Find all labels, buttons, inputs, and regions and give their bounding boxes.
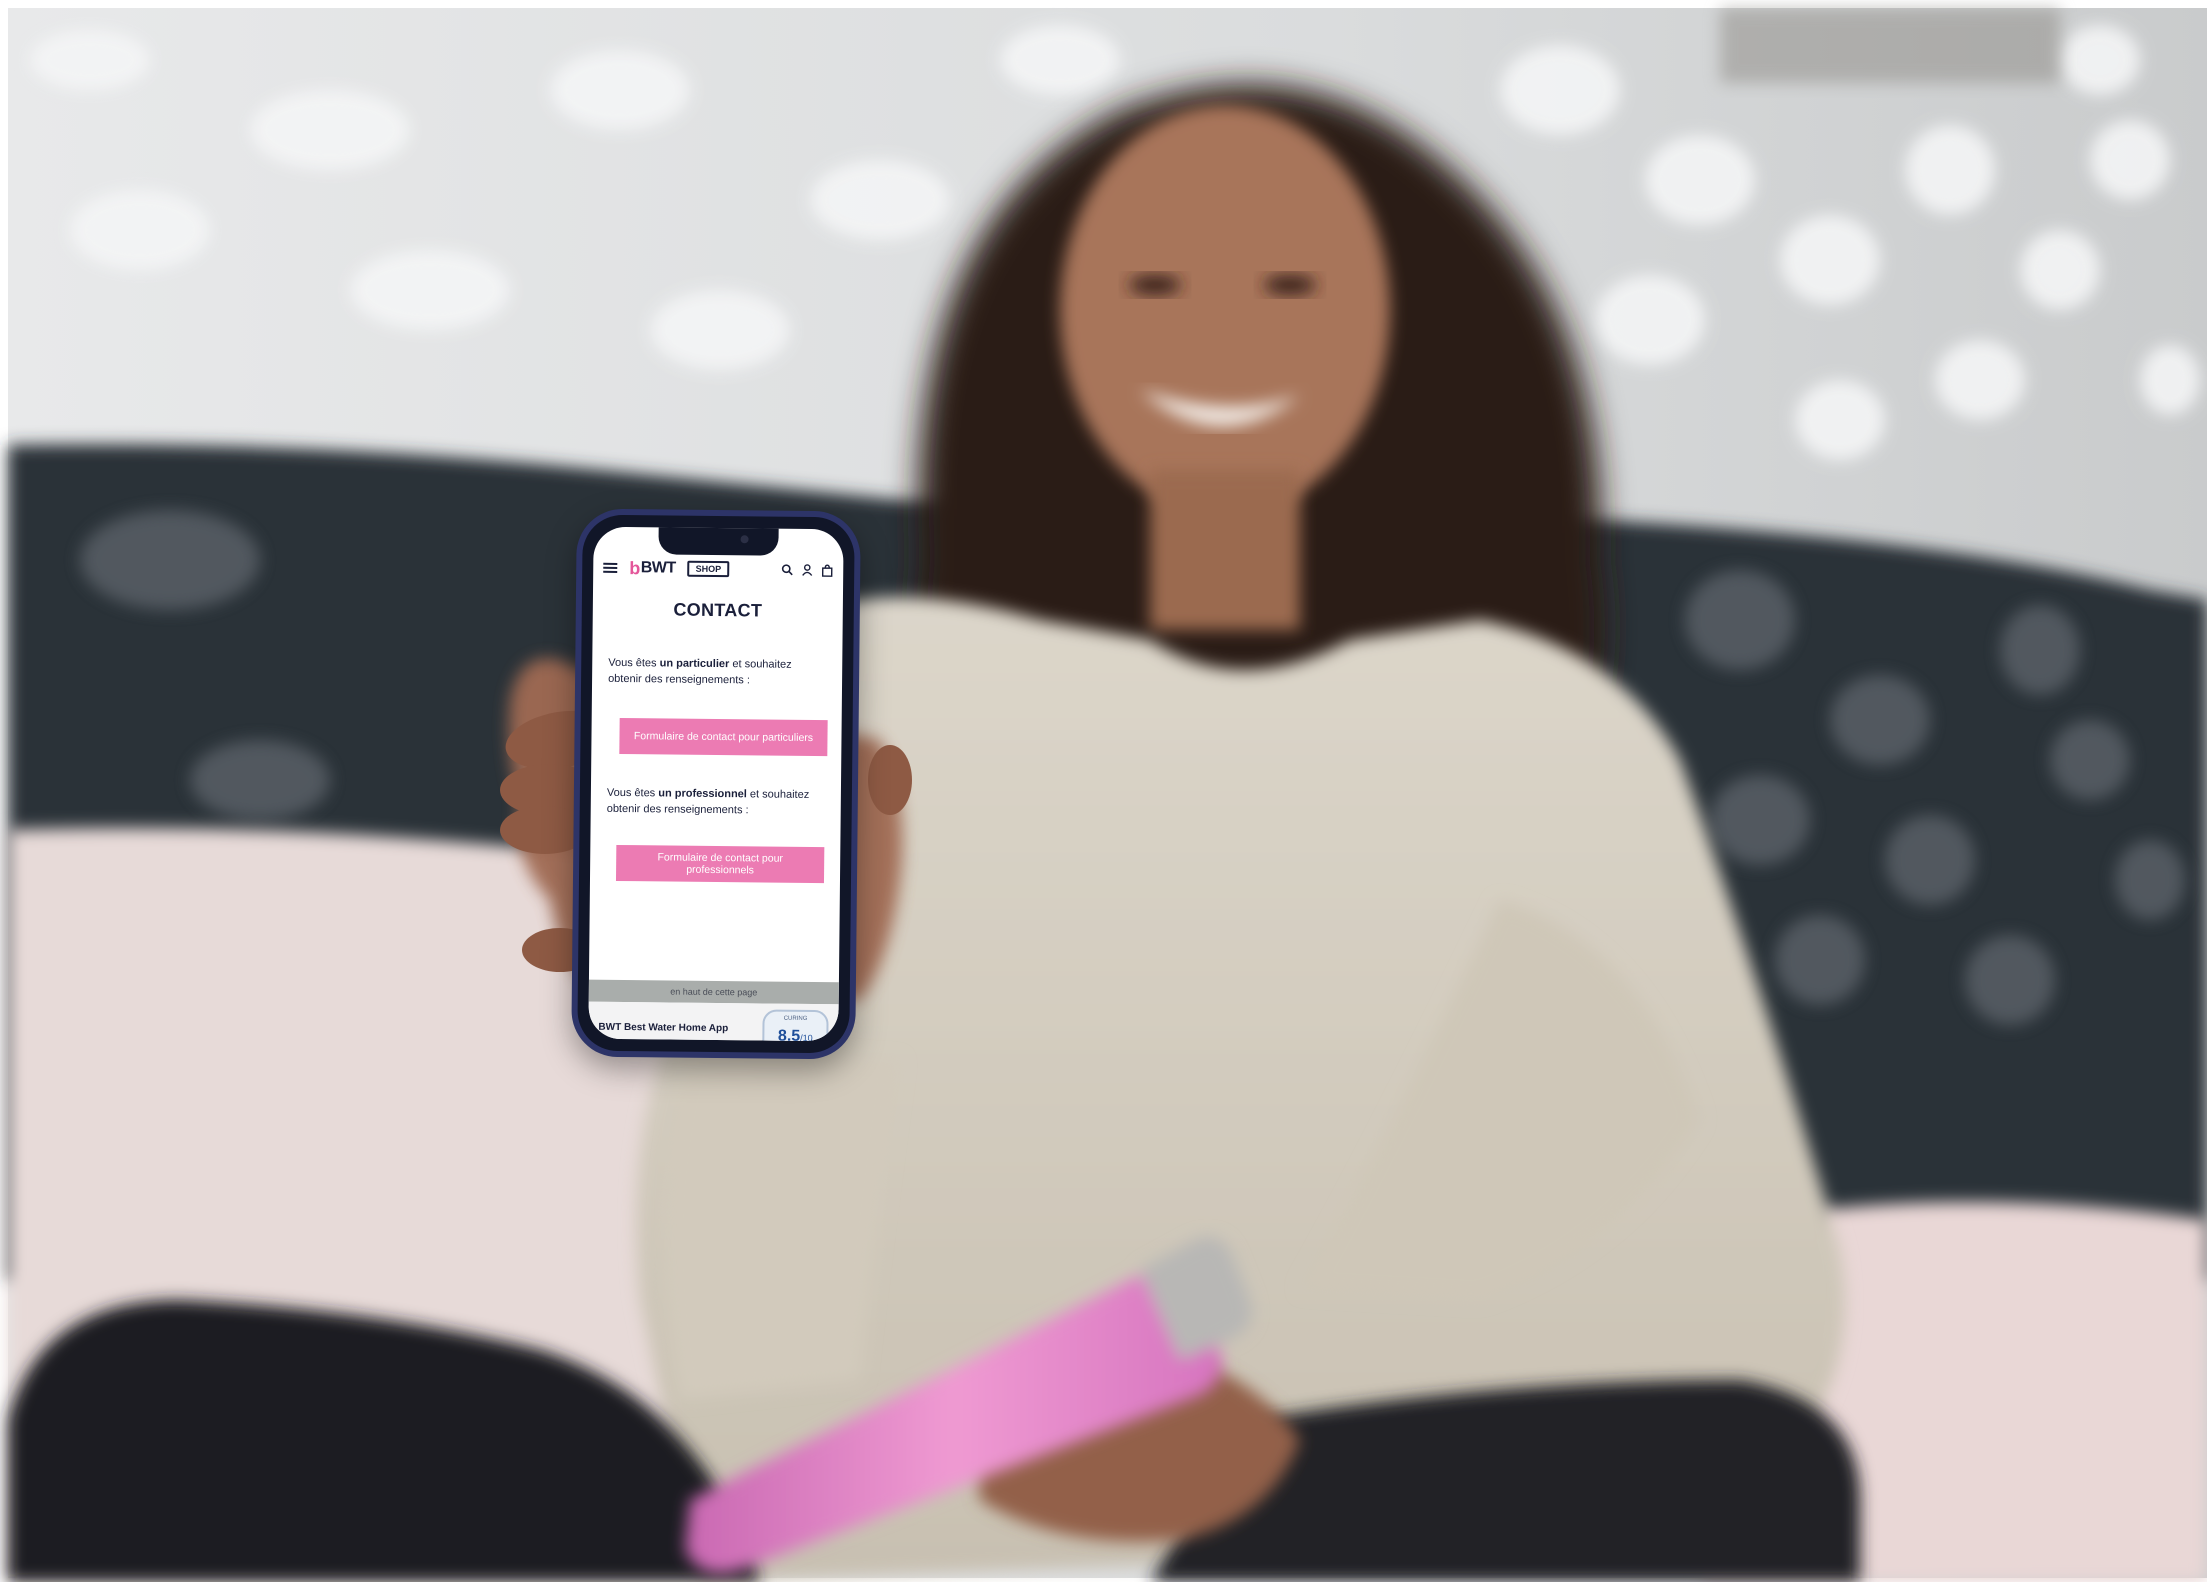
private-contact-button[interactable]: Formulaire de contact pour particuliers: [619, 717, 828, 757]
page-title: CONTACT: [673, 599, 763, 621]
shop-button[interactable]: SHOP: [687, 560, 730, 578]
site-header: b BWT SHOP: [593, 553, 843, 586]
rating-score: 8.5/10: [777, 1027, 813, 1042]
pro-contact-button[interactable]: Formulaire de contact pour professionnel…: [615, 844, 825, 884]
header-icons: [781, 563, 833, 577]
back-to-top-link[interactable]: en haut de cette page: [588, 979, 839, 1005]
fingers-overlay: [500, 710, 912, 972]
user-icon[interactable]: [801, 564, 813, 576]
phone-notch: [658, 526, 779, 556]
search-icon[interactable]: [781, 564, 793, 576]
photo-scene: b BWT SHOP CONTACT Vous êtes un particul…: [0, 0, 2207, 1582]
bag-icon[interactable]: [821, 563, 833, 577]
private-intro: Vous êtes un particulier et souhaitez ob…: [608, 656, 792, 687]
phone-bezel: b BWT SHOP CONTACT Vous êtes un particul…: [577, 514, 855, 1054]
logo-text: BWT: [640, 559, 676, 577]
pro-intro: Vous êtes un professionnel et souhaitez …: [606, 786, 810, 817]
rating-badge: CURING 8.5/10: [762, 1009, 829, 1042]
smartphone: b BWT SHOP CONTACT Vous êtes un particul…: [571, 508, 861, 1060]
badge-label: CURING: [783, 1015, 808, 1022]
phone-screen: b BWT SHOP CONTACT Vous êtes un particul…: [588, 526, 844, 1042]
menu-icon[interactable]: [603, 562, 618, 573]
logo-b: b: [629, 557, 640, 578]
app-name[interactable]: BWT Best Water Home App: [598, 1022, 728, 1034]
app-promo-bar: BWT Best Water Home App CURING 8.5/10: [588, 1001, 839, 1042]
bwt-logo[interactable]: b BWT: [629, 558, 676, 579]
camera-icon: [740, 535, 749, 544]
